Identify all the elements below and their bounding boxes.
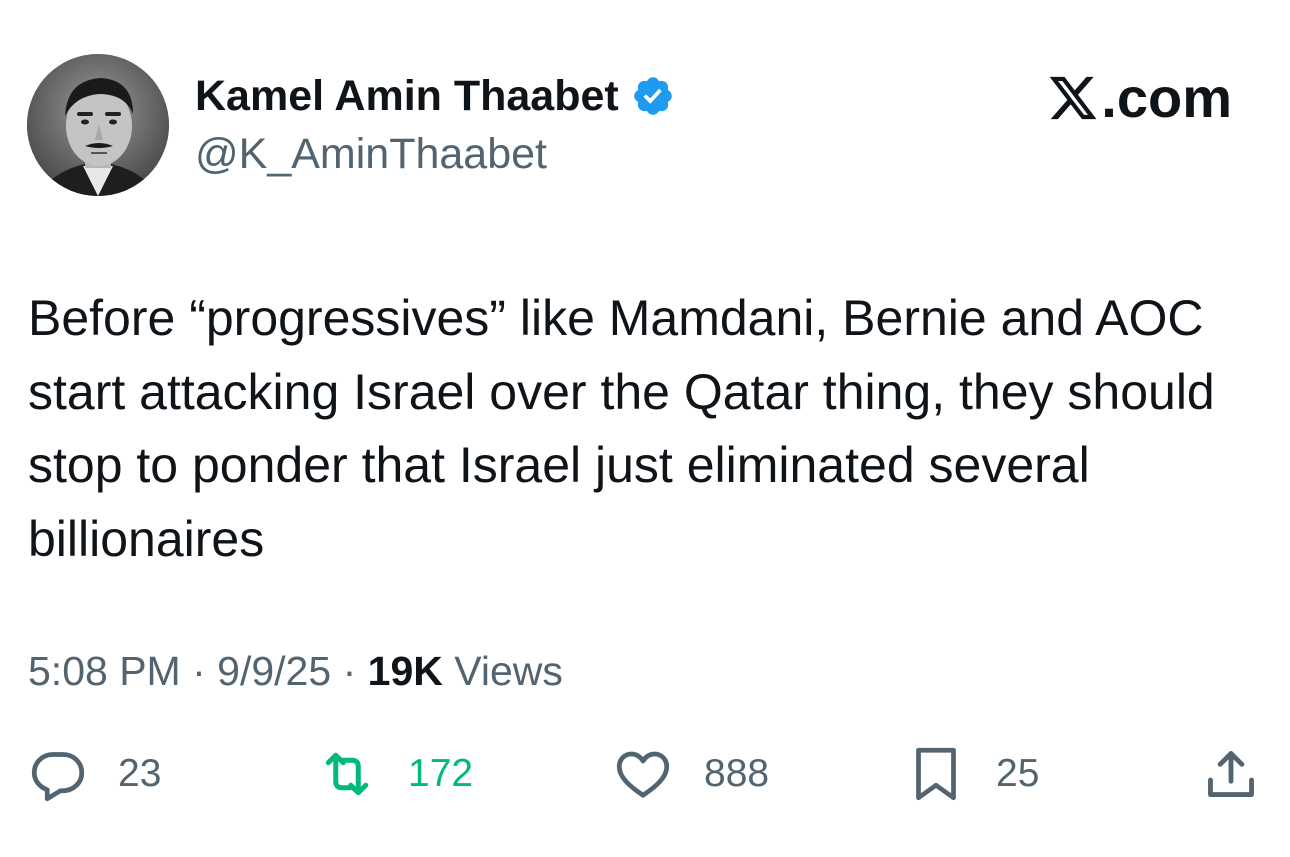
reply-button[interactable]: 23	[28, 744, 161, 804]
heart-icon	[612, 744, 674, 804]
bookmark-count: 25	[996, 752, 1040, 795]
reply-icon	[28, 744, 88, 804]
bookmark-icon	[906, 743, 966, 805]
brand-label: .com	[1047, 66, 1232, 130]
share-button[interactable]	[1202, 744, 1260, 804]
retweet-icon	[316, 744, 378, 804]
avatar-photo	[27, 54, 169, 196]
tweet-text: Before “progressives” like Mamdani, Bern…	[28, 290, 1215, 567]
brand-domain: .com	[1101, 66, 1232, 129]
views-count: 19K	[367, 648, 443, 694]
tweet-card: Kamel Amin Thaabet @K_AminThaabet .com B…	[0, 0, 1290, 857]
reply-count: 23	[118, 752, 162, 795]
like-count: 888	[704, 752, 770, 795]
author-name-text: Kamel Amin Thaabet	[195, 72, 619, 120]
retweet-count: 172	[408, 752, 474, 795]
share-icon	[1202, 744, 1260, 804]
like-button[interactable]: 888	[612, 744, 769, 804]
tweet-time[interactable]: 5:08 PM	[28, 648, 181, 694]
views-label: Views	[454, 648, 563, 694]
avatar[interactable]	[27, 54, 169, 196]
author-handle[interactable]: @K_AminThaabet	[195, 128, 547, 180]
meta-separator: ·	[342, 648, 357, 694]
meta-separator: ·	[192, 648, 206, 694]
x-logo-icon	[1047, 72, 1099, 124]
bookmark-button[interactable]: 25	[906, 744, 1039, 804]
tweet-meta: 5:08 PM · 9/9/25 · 19K Views	[28, 643, 563, 699]
retweet-button[interactable]: 172	[316, 744, 473, 804]
tweet-date[interactable]: 9/9/25	[217, 648, 331, 694]
author-name[interactable]: Kamel Amin Thaabet	[195, 70, 675, 122]
verified-badge-icon	[631, 74, 675, 118]
